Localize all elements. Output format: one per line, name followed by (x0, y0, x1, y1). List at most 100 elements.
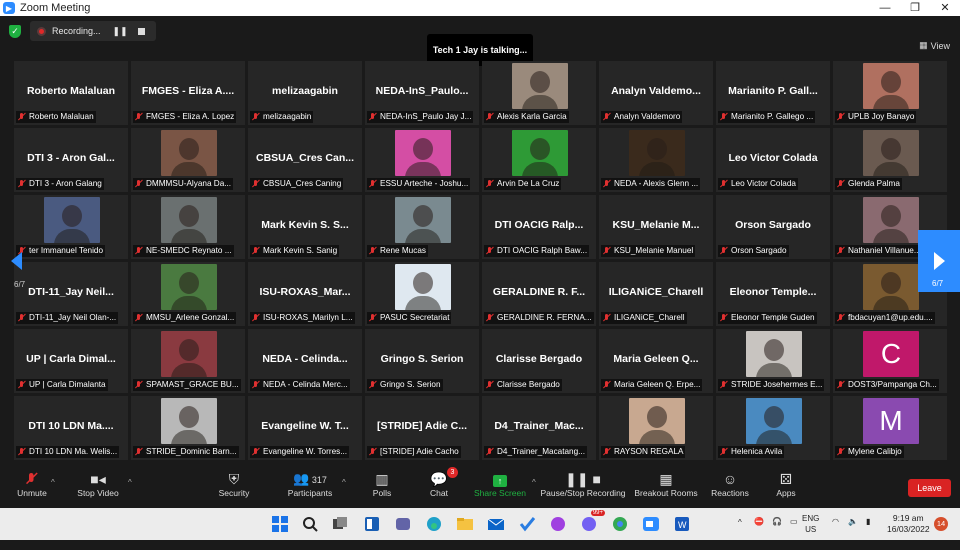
participant-name-text: Marianito P. Gallego ... (731, 112, 814, 121)
participant-tile[interactable]: UP | Carla Dimal... UP | Carla Dimalanta (14, 329, 128, 393)
antivirus-tray-icon[interactable]: ⛔ (754, 517, 764, 549)
task-view-icon[interactable] (330, 514, 350, 534)
stop-recording-icon[interactable] (137, 27, 145, 35)
participant-tile[interactable]: KSU_Melanie M... KSU_Melanie Manuel (599, 195, 713, 259)
viber-icon[interactable]: 99+ (579, 510, 605, 534)
video-options-chevron-icon[interactable]: ^ (128, 478, 132, 487)
encryption-shield-icon[interactable]: ✓ (9, 25, 21, 38)
participant-tile[interactable]: Leo Victor Colada Leo Victor Colada (716, 128, 830, 192)
participant-tile[interactable]: C DOST3/Pampanga Ch... (833, 329, 947, 393)
participant-tile[interactable]: Clarisse Bergado Clarisse Bergado (482, 329, 596, 393)
windows-start-icon[interactable] (270, 514, 290, 534)
participant-tile[interactable]: STRIDE_Dominic Barn... (131, 396, 245, 460)
participant-tile[interactable]: Eleonor Temple... Eleonor Temple Guden (716, 262, 830, 326)
audio-options-chevron-icon[interactable]: ^ (51, 478, 55, 487)
close-button[interactable]: ✕ (930, 0, 960, 16)
chrome-icon[interactable] (610, 514, 630, 534)
edge-browser-icon[interactable] (424, 514, 444, 534)
participant-tile[interactable]: Analyn Valdemo... Analyn Valdemoro (599, 61, 713, 125)
maximize-button[interactable]: ❐ (900, 0, 930, 16)
participant-tile[interactable]: Mark Kevin S. S... Mark Kevin S. Sanig (248, 195, 362, 259)
participant-tile[interactable]: Arvin De La Cruz (482, 128, 596, 192)
participant-tile[interactable]: Maria Geleen Q... Maria Geleen Q. Erpe... (599, 329, 713, 393)
participant-tile[interactable]: Marianito P. Gall... Marianito P. Gallego… (716, 61, 830, 125)
word-icon[interactable]: W (672, 514, 692, 534)
apps-button[interactable]: ⚄ Apps (774, 470, 798, 498)
unmute-button[interactable]: Unmute (14, 470, 50, 498)
pause-recording-icon[interactable]: ❚❚ (113, 26, 128, 37)
participant-tile[interactable]: ILIGANiCE_Charell ILIGANiCE_Charell (599, 262, 713, 326)
participant-tile[interactable]: D4_Trainer_Mac... D4_Trainer_Macatang... (482, 396, 596, 460)
participant-tile[interactable]: CBSUA_Cres Can... CBSUA_Cres Caning (248, 128, 362, 192)
participant-tile[interactable]: Orson Sargado Orson Sargado (716, 195, 830, 259)
participant-tile[interactable]: DTI-11_Jay Neil... DTI-11_Jay Neil Olan-.… (14, 262, 128, 326)
participant-tile[interactable]: DTI OACIG Ralp... DTI OACIG Ralph Baw... (482, 195, 596, 259)
participant-tile[interactable]: RAYSON REGALA (599, 396, 713, 460)
participant-tile[interactable]: MMSU_Arlene Gonzal... (131, 262, 245, 326)
minimize-button[interactable]: — (870, 0, 900, 16)
participant-tile[interactable]: DTI 3 - Aron Gal... DTI 3 - Aron Galang (14, 128, 128, 192)
battery-icon[interactable]: ▮ (866, 517, 870, 549)
participant-tile[interactable]: melizaagabin melizaagabin (248, 61, 362, 125)
teams-chat-icon[interactable] (393, 514, 413, 534)
participant-tile[interactable]: ter Immanuel Tenido (14, 195, 128, 259)
participant-name-text: ESSU Arteche - Joshu... (380, 179, 469, 188)
wifi-icon[interactable]: ◠ (832, 517, 839, 549)
participant-tile[interactable]: STRIDE Josehermes E... (716, 329, 830, 393)
unmute-label: Unmute (17, 488, 47, 498)
participant-tile[interactable]: NEDA - Alexis Glenn ... (599, 128, 713, 192)
participant-name-text: Helenica Avila (731, 447, 783, 456)
participant-tile[interactable]: SPAMAST_GRACE BU... (131, 329, 245, 393)
reactions-button[interactable]: ☺ Reactions (710, 470, 750, 498)
mail-icon[interactable] (486, 514, 506, 534)
participant-tile[interactable]: Alexis Karla Garcia (482, 61, 596, 125)
person-silhouette-icon (179, 205, 199, 227)
participant-tile[interactable]: PASUC Secretariat (365, 262, 479, 326)
participant-tile[interactable]: ESSU Arteche - Joshu... (365, 128, 479, 192)
participant-tile[interactable]: ISU-ROXAS_Mar... ISU-ROXAS_Marilyn L... (248, 262, 362, 326)
next-page-button[interactable]: 6/7 (918, 230, 960, 292)
share-screen-button[interactable]: ↑ Share Screen (472, 470, 528, 498)
system-clock[interactable]: 9:19 am 16/03/2022 (887, 513, 930, 535)
participant-tile[interactable]: Glenda Palma (833, 128, 947, 192)
pause-stop-recording-button[interactable]: ❚❚ ■ Pause/Stop Recording (538, 470, 628, 498)
headset-tray-icon[interactable]: 🎧 (772, 517, 782, 549)
zoom-taskbar-icon[interactable] (641, 514, 661, 534)
participant-tile[interactable]: GERALDINE R. F... GERALDINE R. FERNA... (482, 262, 596, 326)
todo-check-icon[interactable] (517, 514, 537, 534)
language-indicator[interactable]: ENG US (802, 513, 819, 545)
battery-tray-icon[interactable]: ▭ (790, 517, 798, 549)
security-button[interactable]: ⛨ Security (214, 470, 254, 498)
stop-video-button[interactable]: ■◂ Stop Video (74, 470, 122, 498)
polls-button[interactable]: ▥ Polls (368, 470, 396, 498)
share-options-chevron-icon[interactable]: ^ (532, 478, 536, 487)
participant-tile[interactable]: DMMMSU-Alyana Da... (131, 128, 245, 192)
participant-tile[interactable]: NEDA - Celinda... NEDA - Celinda Merc... (248, 329, 362, 393)
file-explorer-icon[interactable] (455, 514, 475, 534)
participants-button[interactable]: 👥 317 Participants (284, 470, 336, 498)
tray-chevron-icon[interactable]: ^ (738, 518, 742, 550)
participant-tile[interactable]: Helenica Avila (716, 396, 830, 460)
participant-tile[interactable]: Gringo S. Serion Gringo S. Serion (365, 329, 479, 393)
chat-button[interactable]: 💬 3 Chat (426, 467, 458, 498)
participant-tile[interactable]: NE-SMEDC Reynato ... (131, 195, 245, 259)
view-button[interactable]: ▦ View (919, 40, 950, 51)
participants-options-chevron-icon[interactable]: ^ (342, 478, 346, 487)
breakout-rooms-button[interactable]: ▦ Breakout Rooms (634, 470, 698, 498)
participant-tile[interactable]: NEDA-InS_Paulo... NEDA-InS_Paulo Jay J... (365, 61, 479, 125)
participant-tile[interactable]: FMGES - Eliza A.... FMGES - Eliza A. Lope… (131, 61, 245, 125)
previous-page-button[interactable]: 6/7 (0, 230, 26, 292)
notifications-badge[interactable]: 14 (934, 517, 948, 531)
search-icon[interactable] (300, 514, 320, 534)
speaker-icon[interactable]: 🔈 (848, 517, 858, 549)
participant-tile[interactable]: Roberto Malaluan Roberto Malaluan (14, 61, 128, 125)
participant-tile[interactable]: Rene Mucas (365, 195, 479, 259)
participant-tile[interactable]: Evangeline W. T... Evangeline W. Torres..… (248, 396, 362, 460)
participant-tile[interactable]: DTI 10 LDN Ma.... DTI 10 LDN Ma. Welis... (14, 396, 128, 460)
widgets-icon[interactable] (362, 514, 382, 534)
leave-button[interactable]: Leave (908, 479, 951, 497)
messenger-icon[interactable] (548, 514, 568, 534)
participant-tile[interactable]: [STRIDE] Adie C... [STRIDE] Adie Cacho (365, 396, 479, 460)
participant-tile[interactable]: UPLB Joy Banayo (833, 61, 947, 125)
participant-tile[interactable]: M Mylene Calibjo (833, 396, 947, 460)
